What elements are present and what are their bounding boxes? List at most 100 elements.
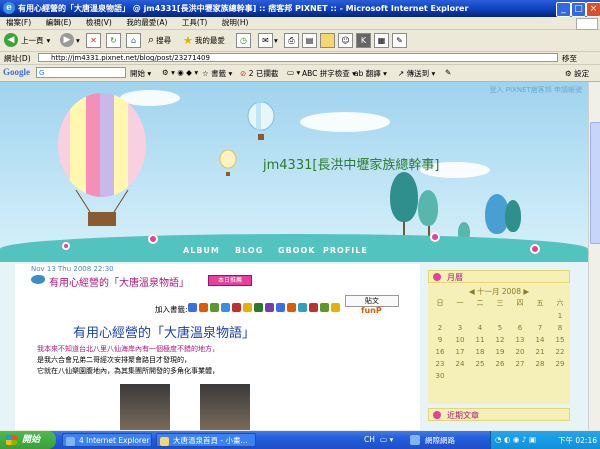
menu-edit[interactable]: 編輯(E) bbox=[46, 17, 72, 29]
blog-title[interactable]: jm4331[長洪中壢家族總幹事] bbox=[263, 154, 440, 173]
google-translate-button[interactable]: ab 翻譯 ▾ bbox=[354, 68, 387, 79]
vertical-scrollbar[interactable] bbox=[588, 82, 600, 430]
print-button[interactable]: ⎙ bbox=[284, 32, 299, 48]
forward-button[interactable]: ▶ ▾ bbox=[60, 32, 80, 48]
bookmark-icon[interactable] bbox=[320, 303, 329, 312]
google-search-input[interactable]: G bbox=[36, 67, 126, 78]
calendar-day[interactable]: 20 bbox=[510, 348, 530, 356]
calendar-day[interactable]: 1 bbox=[550, 312, 570, 320]
language-options-icon[interactable]: ▭ ▾ bbox=[380, 435, 393, 444]
scrollbar-thumb[interactable] bbox=[590, 122, 600, 244]
folder-button[interactable] bbox=[320, 32, 335, 48]
nav-blog[interactable]: BLOG bbox=[235, 246, 263, 255]
calendar-day[interactable]: 4 bbox=[470, 324, 490, 332]
bookmark-icon[interactable] bbox=[309, 303, 318, 312]
calendar-day[interactable]: 7 bbox=[530, 324, 550, 332]
minimize-button[interactable]: _ bbox=[556, 2, 571, 17]
bookmark-icon[interactable] bbox=[221, 303, 230, 312]
calendar-day[interactable]: 11 bbox=[470, 336, 490, 344]
refresh-button[interactable]: ↻ bbox=[106, 32, 121, 48]
calendar-day[interactable]: 12 bbox=[490, 336, 510, 344]
taskbar-ie-group[interactable]: 4 Internet Explorer bbox=[62, 433, 152, 447]
messenger-button[interactable]: ☺ bbox=[338, 32, 353, 48]
calendar-day[interactable]: 9 bbox=[430, 336, 450, 344]
bookmark-icon[interactable] bbox=[232, 303, 241, 312]
post-title-link[interactable]: 有用心經營的「大唐溫泉物語」 bbox=[49, 274, 189, 289]
building-photo[interactable] bbox=[120, 384, 170, 430]
browser-viewport[interactable]: 登入 PIXNET痞客邦 申請帳號 jm4331[長洪中壢家族總幹事] ALBU… bbox=[0, 82, 588, 430]
calendar-day[interactable]: 13 bbox=[510, 336, 530, 344]
address-input[interactable]: http://jm4331.pixnet.net/blog/post/23271… bbox=[38, 53, 558, 62]
bookmark-icon[interactable] bbox=[331, 303, 340, 312]
google-settings-button[interactable]: ⚙ 設定 bbox=[565, 68, 589, 79]
calendar-day[interactable]: 22 bbox=[550, 348, 570, 356]
google-sendto-button[interactable]: ↗ 傳送到 ▾ bbox=[398, 68, 435, 79]
next-month-button[interactable]: ▶ bbox=[523, 287, 529, 296]
tool-grid-button[interactable]: ▦ bbox=[374, 32, 389, 48]
calendar-day[interactable]: 25 bbox=[470, 360, 490, 368]
menu-view[interactable]: 檢視(V) bbox=[86, 17, 112, 29]
tray-icons[interactable]: ◔ ◐ ◉ ♪ ▣ bbox=[495, 435, 536, 444]
calendar-day[interactable]: 18 bbox=[470, 348, 490, 356]
bookmark-icon[interactable] bbox=[298, 303, 307, 312]
bookmark-icon[interactable] bbox=[199, 303, 208, 312]
nav-album[interactable]: ALBUM bbox=[183, 246, 220, 255]
menu-favorites[interactable]: 我的最愛(A) bbox=[126, 17, 167, 29]
calendar-day[interactable]: 30 bbox=[430, 372, 450, 380]
search-button[interactable]: ⌕ 搜尋 bbox=[148, 32, 171, 48]
calendar-day[interactable]: 2 bbox=[430, 324, 450, 332]
calendar-day[interactable]: 26 bbox=[490, 360, 510, 368]
calendar-day[interactable]: 24 bbox=[450, 360, 470, 368]
google-start-button[interactable]: 開始 ▾ bbox=[130, 68, 151, 79]
calendar-day[interactable]: 3 bbox=[450, 324, 470, 332]
menu-help[interactable]: 說明(H) bbox=[222, 17, 249, 29]
google-bookmarks-button[interactable]: ☆ 書籤 ▾ bbox=[202, 68, 232, 79]
home-button[interactable]: ⌂ bbox=[126, 32, 141, 48]
language-indicator[interactable]: CH bbox=[364, 435, 375, 444]
edit-button[interactable]: ▤ bbox=[302, 32, 317, 48]
taskbar-paint[interactable]: 大唐溫泉首頁 - 小畫... bbox=[156, 433, 256, 447]
bookmark-icon[interactable] bbox=[287, 303, 296, 312]
nav-gbook[interactable]: GBOOK bbox=[278, 246, 315, 255]
calendar-day[interactable]: 16 bbox=[430, 348, 450, 356]
calendar-day[interactable]: 17 bbox=[450, 348, 470, 356]
favorites-button[interactable]: ★ 我的最愛 bbox=[183, 32, 225, 48]
maximize-button[interactable]: □ bbox=[571, 2, 586, 17]
google-spellcheck-button[interactable]: ABC 拼字檢查 ▾ bbox=[302, 68, 356, 79]
tool-discuss-button[interactable]: ✎ bbox=[392, 32, 407, 48]
calendar-day[interactable]: 19 bbox=[490, 348, 510, 356]
clock[interactable]: 下午 02:16 bbox=[558, 435, 597, 446]
bookmark-icon[interactable] bbox=[254, 303, 263, 312]
bookmark-icon[interactable] bbox=[265, 303, 274, 312]
bookmark-icon[interactable] bbox=[188, 303, 197, 312]
bookmark-icon[interactable] bbox=[210, 303, 219, 312]
calendar-day[interactable]: 5 bbox=[490, 324, 510, 332]
menu-file[interactable]: 檔案(F) bbox=[6, 17, 31, 29]
calendar-day[interactable]: 15 bbox=[550, 336, 570, 344]
pencil-icon[interactable]: ✎ bbox=[445, 68, 451, 77]
recommend-badge[interactable]: 本日推薦 bbox=[208, 275, 252, 286]
nav-profile[interactable]: PROFILE bbox=[323, 246, 368, 255]
calendar-day[interactable]: 23 bbox=[430, 360, 450, 368]
stop-button[interactable]: ✕ bbox=[86, 32, 101, 48]
menu-tools[interactable]: 工具(T) bbox=[182, 17, 207, 29]
funp-logo[interactable]: funP bbox=[361, 306, 382, 315]
start-button[interactable]: 開始 bbox=[0, 431, 56, 449]
calendar-day[interactable]: 29 bbox=[550, 360, 570, 368]
calendar-day[interactable]: 6 bbox=[510, 324, 530, 332]
calendar-day[interactable]: 10 bbox=[450, 336, 470, 344]
calendar-day[interactable]: 14 bbox=[530, 336, 550, 344]
building-photo[interactable] bbox=[200, 384, 250, 430]
prev-month-button[interactable]: ◀ bbox=[469, 287, 475, 296]
google-tools-icons[interactable]: ⚙ ▾ ◉ ◆ ▾ bbox=[162, 68, 198, 77]
back-button[interactable]: ◀ 上一頁 ▾ bbox=[4, 32, 50, 48]
close-button[interactable]: × bbox=[586, 2, 600, 17]
calendar-day[interactable]: 21 bbox=[530, 348, 550, 356]
calendar-day[interactable]: 27 bbox=[510, 360, 530, 368]
bookmark-icon[interactable] bbox=[243, 303, 252, 312]
go-button[interactable]: 移至 bbox=[562, 53, 577, 64]
popup-blocked-button[interactable]: ⊘ 2 已攔截 bbox=[240, 68, 278, 79]
calendar-day[interactable]: 28 bbox=[530, 360, 550, 368]
login-links[interactable]: 登入 PIXNET痞客邦 申請帳號 bbox=[490, 85, 582, 95]
history-button[interactable]: ◷ bbox=[236, 32, 251, 48]
